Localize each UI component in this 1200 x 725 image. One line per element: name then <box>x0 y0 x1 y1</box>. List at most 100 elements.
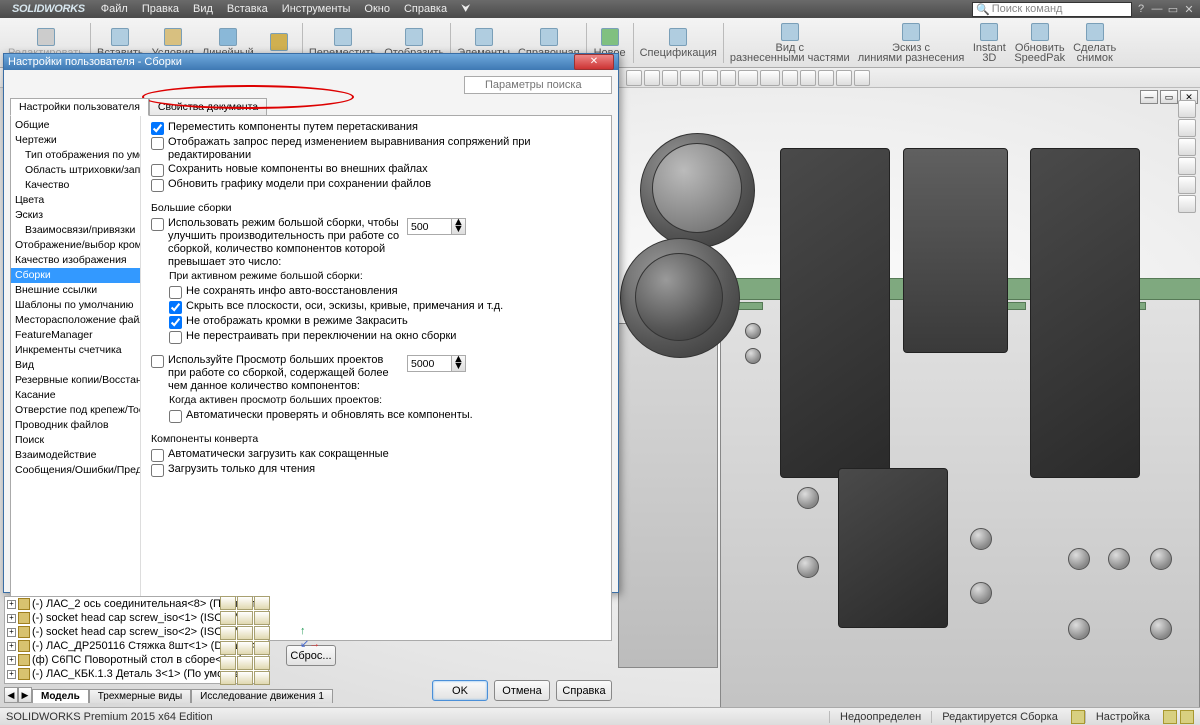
menu-edit[interactable]: Правка <box>136 3 185 15</box>
checkbox[interactable] <box>169 301 182 314</box>
tree-item[interactable]: Взаимосвязи/привязки <box>11 223 140 238</box>
tree-item[interactable]: Проводник файлов <box>11 418 140 433</box>
dialog-close-button[interactable]: ✕ <box>574 54 614 70</box>
status-icon[interactable] <box>1180 710 1194 724</box>
ft-btn[interactable] <box>220 596 236 610</box>
tree-item[interactable]: Сообщения/Ошибки/Преду <box>11 463 140 478</box>
ok-button[interactable]: OK <box>432 680 488 701</box>
ft-btn[interactable] <box>220 641 236 655</box>
chk-large-design[interactable] <box>151 355 164 368</box>
taskpane-btn[interactable] <box>1178 157 1196 175</box>
large-design-threshold-input[interactable] <box>407 355 452 372</box>
checkbox[interactable] <box>151 122 164 135</box>
help-button[interactable]: Справка <box>556 680 612 701</box>
chk-large-assy[interactable] <box>151 218 164 231</box>
tool-generic[interactable] <box>662 70 678 86</box>
tab-document-properties[interactable]: Свойства документа <box>149 98 267 116</box>
checkbox[interactable] <box>151 449 164 462</box>
dialog-title-bar[interactable]: Настройки пользователя - Сборки ✕ <box>4 54 618 70</box>
ft-btn[interactable] <box>254 656 270 670</box>
expand-icon[interactable]: + <box>7 614 16 623</box>
tree-item[interactable]: Месторасположение файло <box>11 313 140 328</box>
menu-help[interactable]: Справка <box>398 3 453 15</box>
taskpane-btn[interactable] <box>1178 100 1196 118</box>
ft-btn[interactable] <box>220 611 236 625</box>
ft-btn[interactable] <box>237 671 253 685</box>
tree-item[interactable]: Поиск <box>11 433 140 448</box>
expand-icon[interactable]: + <box>7 656 16 665</box>
tree-item[interactable]: Тип отображения по умол <box>11 148 140 163</box>
ft-btn[interactable] <box>237 626 253 640</box>
tab-system-options[interactable]: Настройки пользователя <box>10 98 149 116</box>
tool-generic[interactable] <box>800 70 816 86</box>
ft-btn[interactable] <box>254 641 270 655</box>
ribbon-exploded[interactable]: Вид сразнесенными частями <box>726 20 854 66</box>
tree-item[interactable]: Отверстие под крепеж/Tool <box>11 403 140 418</box>
menu-window[interactable]: Окно <box>358 3 396 15</box>
tree-item[interactable]: Касание <box>11 388 140 403</box>
checkbox[interactable] <box>151 179 164 192</box>
expand-icon[interactable]: + <box>7 642 16 651</box>
tree-item[interactable]: Качество изображения <box>11 253 140 268</box>
ft-btn[interactable] <box>237 611 253 625</box>
tab-prev-button[interactable]: ◀ <box>4 687 18 703</box>
expand-icon[interactable]: + <box>7 670 16 679</box>
expand-icon[interactable]: + <box>7 600 16 609</box>
tree-item[interactable]: Цвета <box>11 193 140 208</box>
ribbon-snapshot[interactable]: Сделатьснимок <box>1069 20 1120 66</box>
checkbox[interactable] <box>151 137 164 150</box>
tool-generic[interactable] <box>626 70 642 86</box>
tree-item[interactable]: Сборки <box>11 268 140 283</box>
checkbox[interactable] <box>151 164 164 177</box>
menu-view[interactable]: Вид <box>187 3 219 15</box>
tree-item[interactable]: Общие <box>11 118 140 133</box>
ft-btn[interactable] <box>254 611 270 625</box>
tree-item[interactable]: Чертежи <box>11 133 140 148</box>
options-search-input[interactable] <box>464 76 612 94</box>
status-config[interactable]: Настройка <box>1085 711 1160 723</box>
command-search-input[interactable]: 🔍Поиск команд <box>972 2 1132 17</box>
menu-overflow-icon[interactable]: ⮟ <box>455 3 476 16</box>
tab-model[interactable]: Модель <box>32 689 89 703</box>
tree-item[interactable]: FeatureManager <box>11 328 140 343</box>
tool-generic[interactable] <box>680 70 700 86</box>
checkbox[interactable] <box>169 286 182 299</box>
tree-item[interactable]: Шаблоны по умолчанию <box>11 298 140 313</box>
ft-btn[interactable] <box>237 641 253 655</box>
taskpane-btn[interactable] <box>1178 138 1196 156</box>
checkbox[interactable] <box>169 410 182 423</box>
checkbox[interactable] <box>169 316 182 329</box>
ft-btn[interactable] <box>220 656 236 670</box>
maximize-icon[interactable]: ▭ <box>1166 3 1180 16</box>
ft-btn[interactable] <box>237 596 253 610</box>
tree-item[interactable]: Инкременты счетчика <box>11 343 140 358</box>
tool-generic[interactable] <box>720 70 736 86</box>
options-tree[interactable]: ОбщиеЧертежиТип отображения по умолОблас… <box>11 116 141 640</box>
tree-item[interactable]: Отображение/выбор кромк <box>11 238 140 253</box>
checkbox[interactable] <box>169 331 182 344</box>
tool-generic[interactable] <box>854 70 870 86</box>
tree-item[interactable]: Вид <box>11 358 140 373</box>
tree-item[interactable]: Качество <box>11 178 140 193</box>
checkbox[interactable] <box>151 464 164 477</box>
ft-btn[interactable] <box>254 626 270 640</box>
tab-motion[interactable]: Исследование движения 1 <box>191 689 333 703</box>
tab-next-button[interactable]: ▶ <box>18 687 32 703</box>
tool-generic[interactable] <box>644 70 660 86</box>
tab-3dviews[interactable]: Трехмерные виды <box>89 689 191 703</box>
tree-item[interactable]: Взаимодействие <box>11 448 140 463</box>
cancel-button[interactable]: Отмена <box>494 680 550 701</box>
minimize-icon[interactable]: — <box>1150 3 1164 15</box>
ribbon-instant3d[interactable]: Instant3D <box>968 20 1010 66</box>
ribbon-speedpak[interactable]: ОбновитьSpeedPak <box>1010 20 1069 66</box>
status-icon[interactable] <box>1071 710 1085 724</box>
tool-generic[interactable] <box>818 70 834 86</box>
tree-item[interactable]: Резервные копии/Восстано <box>11 373 140 388</box>
menu-file[interactable]: Файл <box>95 3 134 15</box>
tool-generic[interactable] <box>836 70 852 86</box>
close-icon[interactable]: ✕ <box>1182 3 1196 16</box>
status-icon[interactable] <box>1163 710 1177 724</box>
tree-item[interactable]: Внешние ссылки <box>11 283 140 298</box>
spinner[interactable]: ▲▼ <box>452 355 466 372</box>
menu-insert[interactable]: Вставка <box>221 3 274 15</box>
